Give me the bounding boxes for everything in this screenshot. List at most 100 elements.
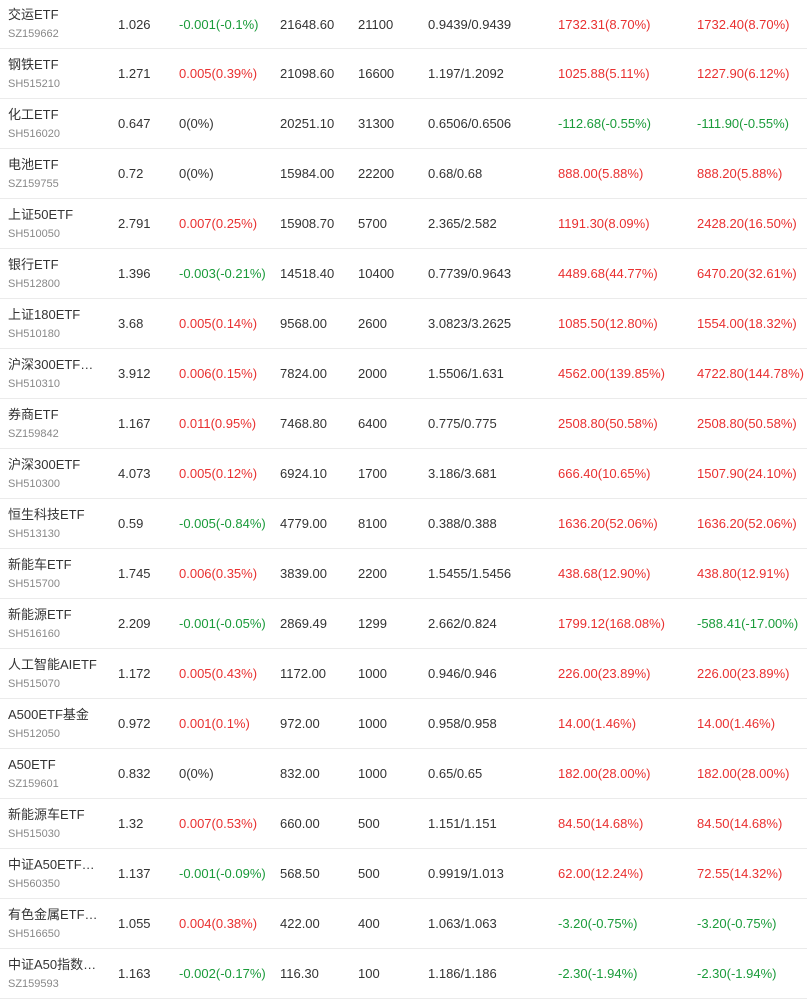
- fund-code: SH516020: [8, 127, 60, 140]
- market-value-cell: 2869.49: [280, 616, 327, 631]
- fund-name-cell: 新能源车ETF SH515030: [8, 799, 106, 848]
- fund-name-cell: 新能源ETF SH516160: [8, 599, 106, 648]
- cost-cell: 0.7739/0.9643: [428, 266, 512, 281]
- fund-name-cell: 券商ETF SZ159842: [8, 399, 106, 448]
- fund-name: 钢铁ETF: [8, 56, 59, 72]
- price-cell: 2.791: [118, 216, 151, 231]
- table-row[interactable]: 有色金属ETF… SH516650 1.055 0.004(0.38%) 422.00 4…: [0, 899, 807, 949]
- cost-cell: 2.365/2.582: [428, 216, 497, 231]
- table-row[interactable]: 上证50ETF SH510050 2.791 0.007(0.25%) 15908.70…: [0, 199, 807, 249]
- fund-code: SH515210: [8, 77, 60, 90]
- change-cell: 0(0%): [179, 166, 214, 181]
- table-row[interactable]: 银行ETF SH512800 1.396 -0.003(-0.21%) 14518.40…: [0, 249, 807, 299]
- fund-name-cell: 银行ETF SH512800: [8, 249, 106, 298]
- market-value-cell: 15908.70: [280, 216, 335, 231]
- market-value-cell: 20251.10: [280, 116, 335, 131]
- change-cell: -0.001(-0.09%): [179, 866, 266, 881]
- table-row[interactable]: 新能车ETF SH515700 1.745 0.006(0.35%) 3839.00 22…: [0, 549, 807, 599]
- fund-code: SH515070: [8, 677, 60, 690]
- cost-cell: 2.662/0.824: [428, 616, 497, 631]
- price-cell: 1.271: [118, 66, 151, 81]
- total-profit-loss-cell: 1636.20(52.06%): [697, 516, 797, 531]
- shares-cell: 500: [358, 866, 380, 881]
- total-profit-loss-cell: 888.20(5.88%): [697, 166, 783, 181]
- price-cell: 1.163: [118, 966, 151, 981]
- table-row[interactable]: A500ETF基金 SH512050 0.972 0.001(0.1%) 972.00 1…: [0, 699, 807, 749]
- table-row[interactable]: 中证A50ETF… SH560350 1.137 -0.001(-0.09%) 568.…: [0, 849, 807, 899]
- table-row[interactable]: 中证A50指数… SZ159593 1.163 -0.002(-0.17%) 116.3…: [0, 949, 807, 999]
- price-cell: 1.055: [118, 916, 151, 931]
- change-cell: -0.002(-0.17%): [179, 966, 266, 981]
- fund-code: SZ159662: [8, 28, 59, 40]
- shares-cell: 1000: [358, 716, 387, 731]
- table-row[interactable]: 人工智能AIETF SH515070 1.172 0.005(0.43%) 1172.0…: [0, 649, 807, 699]
- change-cell: 0.007(0.25%): [179, 216, 258, 231]
- price-cell: 1.137: [118, 866, 151, 881]
- cost-cell: 0.6506/0.6506: [428, 116, 512, 131]
- shares-cell: 2200: [358, 566, 387, 581]
- profit-loss-cell: 84.50(14.68%): [558, 816, 644, 831]
- total-profit-loss-cell: -3.20(-0.75%): [697, 916, 777, 931]
- price-cell: 0.59: [118, 516, 144, 531]
- shares-cell: 500: [358, 816, 380, 831]
- cost-cell: 0.388/0.388: [428, 516, 497, 531]
- total-profit-loss-cell: 4722.80(144.78%): [697, 366, 804, 381]
- market-value-cell: 568.50: [280, 866, 320, 881]
- table-row[interactable]: 化工ETF SH516020 0.647 0(0%) 20251.10 31300 0.65…: [0, 99, 807, 149]
- table-row[interactable]: 沪深300ETF… SH510310 3.912 0.006(0.15%) 7824.0…: [0, 349, 807, 399]
- table-row[interactable]: 钢铁ETF SH515210 1.271 0.005(0.39%) 21098.60 16…: [0, 49, 807, 99]
- price-cell: 1.167: [118, 416, 151, 431]
- fund-name: 新能源ETF: [8, 606, 72, 622]
- table-row[interactable]: 上证180ETF SH510180 3.68 0.005(0.14%) 9568.00 2…: [0, 299, 807, 349]
- table-row[interactable]: 新能源车ETF SH515030 1.32 0.007(0.53%) 660.00 500…: [0, 799, 807, 849]
- cost-cell: 0.775/0.775: [428, 416, 497, 431]
- change-cell: 0.011(0.95%): [179, 416, 257, 431]
- market-value-cell: 660.00: [280, 816, 320, 831]
- fund-name: 新能源车ETF: [8, 806, 85, 822]
- price-cell: 1.026: [118, 16, 151, 32]
- table-row[interactable]: 电池ETF SZ159755 0.72 0(0%) 15984.00 22200 0.68/…: [0, 149, 807, 199]
- fund-code: SH510180: [8, 327, 60, 340]
- shares-cell: 1700: [358, 466, 387, 481]
- table-row[interactable]: 新能源ETF SH516160 2.209 -0.001(-0.05%) 2869.49…: [0, 599, 807, 649]
- fund-name: 券商ETF: [8, 406, 59, 422]
- fund-name-cell: 新能车ETF SH515700: [8, 549, 106, 598]
- price-cell: 0.832: [118, 766, 151, 781]
- fund-code: SH516650: [8, 927, 60, 940]
- fund-code: SZ159755: [8, 177, 59, 190]
- table-row[interactable]: A50ETF SZ159601 0.832 0(0%) 832.00 1000 0.65/0…: [0, 749, 807, 799]
- cost-cell: 1.151/1.151: [428, 816, 497, 831]
- cost-cell: 3.186/3.681: [428, 466, 497, 481]
- fund-code: SH510310: [8, 377, 60, 390]
- fund-name-cell: A500ETF基金 SH512050: [8, 699, 106, 748]
- change-cell: -0.001(-0.1%): [179, 16, 259, 32]
- profit-loss-cell: 4562.00(139.85%): [558, 366, 665, 381]
- fund-code: SZ159601: [8, 777, 59, 790]
- fund-code: SZ159593: [8, 977, 59, 990]
- table-row[interactable]: 交运ETF SZ159662 1.026 -0.001(-0.1%) 21648.60 2…: [0, 0, 807, 49]
- fund-code: SZ159842: [8, 427, 59, 440]
- change-cell: 0.006(0.15%): [179, 366, 258, 381]
- cost-cell: 1.5455/1.5456: [428, 566, 512, 581]
- fund-name: 银行ETF: [8, 256, 59, 272]
- price-cell: 2.209: [118, 616, 151, 631]
- cost-cell: 0.65/0.65: [428, 766, 483, 781]
- fund-name-cell: 有色金属ETF… SH516650: [8, 899, 106, 948]
- total-profit-loss-cell: 14.00(1.46%): [697, 716, 776, 731]
- fund-code: SH515030: [8, 827, 60, 840]
- market-value-cell: 1172.00: [280, 666, 327, 681]
- cost-cell: 0.9919/1.013: [428, 866, 504, 881]
- table-row[interactable]: 沪深300ETF SH510300 4.073 0.005(0.12%) 6924.10…: [0, 449, 807, 499]
- table-row[interactable]: 恒生科技ETF SH513130 0.59 -0.005(-0.84%) 4779.00…: [0, 499, 807, 549]
- market-value-cell: 972.00: [280, 716, 320, 731]
- total-profit-loss-cell: 84.50(14.68%): [697, 816, 783, 831]
- profit-loss-cell: 438.68(12.90%): [558, 566, 651, 581]
- shares-cell: 5700: [358, 216, 387, 231]
- change-cell: 0.001(0.1%): [179, 716, 250, 731]
- shares-cell: 400: [358, 916, 380, 931]
- shares-cell: 10400: [358, 266, 395, 281]
- table-row[interactable]: 券商ETF SZ159842 1.167 0.011(0.95%) 7468.80 640…: [0, 399, 807, 449]
- profit-loss-cell: 1732.31(8.70%): [558, 16, 651, 32]
- shares-cell: 8100: [358, 516, 387, 531]
- fund-name-cell: 化工ETF SH516020: [8, 99, 106, 148]
